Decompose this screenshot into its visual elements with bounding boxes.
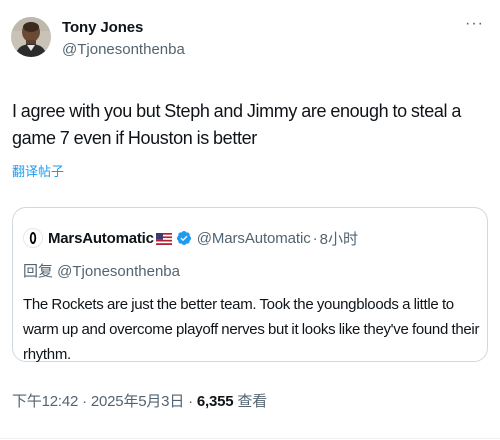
divider — [0, 438, 500, 439]
translate-post-link[interactable]: 翻译帖子 — [12, 164, 64, 180]
views-label: 查看 — [233, 393, 267, 410]
tweet-text: I agree with you but Steph and Jimmy are… — [12, 101, 461, 148]
quoted-timestamp[interactable]: 8小时 — [320, 228, 358, 249]
quoted-tweet-header: MarsAutomatic @MarsAutomatic · 8小时 — [23, 228, 358, 248]
quoted-avatar-image — [24, 229, 42, 247]
avatar-image — [11, 17, 51, 57]
separator-dot: · — [312, 229, 318, 247]
separator-dot: · — [78, 393, 91, 410]
tweet: Tony Jones @Tjonesonthenba ··· I agree w… — [0, 0, 500, 440]
quoted-tweet-text: The Rockets are just the better team. To… — [23, 296, 480, 363]
reply-to-label: 回复 @Tjonesonthenba — [23, 263, 180, 280]
author-info: Tony Jones @Tjonesonthenba — [62, 18, 185, 60]
quoted-display-name[interactable]: MarsAutomatic — [48, 230, 154, 247]
author-handle[interactable]: @Tjonesonthenba — [62, 40, 185, 60]
verified-badge-icon — [176, 230, 192, 246]
views-count: 6,355 — [196, 393, 234, 410]
quoted-tweet[interactable]: MarsAutomatic @MarsAutomatic · 8小时 回复 @T… — [12, 207, 488, 363]
tweet-time[interactable]: 下午12:42 — [12, 393, 78, 410]
tweet-date[interactable]: 2025年5月3日 — [91, 393, 184, 410]
tweet-metadata: 下午12:42 · 2025年5月3日 · 6,355 查看 — [12, 392, 267, 412]
more-horizontal-icon[interactable]: ··· — [465, 16, 484, 32]
quoted-avatar[interactable] — [23, 228, 43, 248]
quoted-handle[interactable]: @MarsAutomatic — [197, 230, 311, 247]
avatar[interactable] — [11, 17, 51, 57]
us-flag-icon — [155, 232, 172, 245]
separator-dot: · — [184, 393, 197, 410]
author-display-name[interactable]: Tony Jones — [62, 18, 185, 37]
